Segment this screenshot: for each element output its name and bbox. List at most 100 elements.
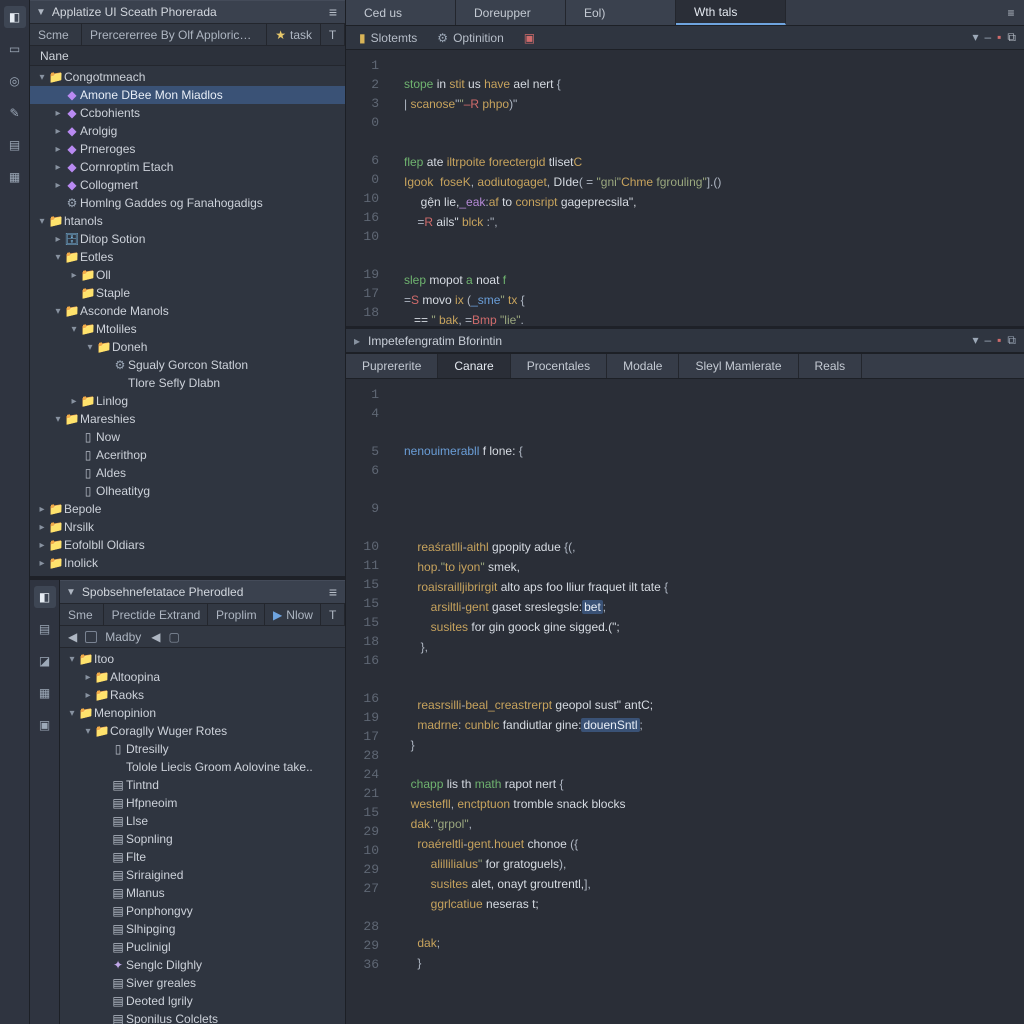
tree-item[interactable]: ▸◆Cornroptim Etach [30,158,345,176]
tree-item[interactable]: ▤Puclinigl [60,938,345,956]
expand-icon[interactable]: ▸ [82,690,94,701]
project-tree[interactable]: ▾📁Congotmneach ◆Amone DBee Mon Miadlos▸◆… [30,66,345,576]
inspector-tab[interactable]: Sleyl Mamlerate [679,354,798,378]
tree-item[interactable]: ▾📁htanols [30,212,345,230]
inspector-tab[interactable]: Canare [438,354,510,378]
editor-tab[interactable]: Doreupper [456,0,566,25]
tree-item[interactable]: ▤Sriraigined [60,866,345,884]
tree-item[interactable]: ▸📁Oll [30,266,345,284]
tree-item[interactable]: ▯Acerithop [30,446,345,464]
tree-item[interactable]: ▸📁Altoopina [60,668,345,686]
back2-icon[interactable]: ◀ [151,630,160,644]
tree-item[interactable]: ▸📁Bepole [30,500,345,518]
activity-screens-icon[interactable]: ▭ [4,38,26,60]
lower-editor[interactable]: 14 56 9 10111515151816 16191728242115291… [346,379,1024,1024]
expand-icon[interactable]: ▾ [66,708,78,719]
expand-icon[interactable]: ▾ [68,324,80,335]
tree-item[interactable]: ✦Senglc Dilghly [60,956,345,974]
tree-item[interactable]: ⚙Homlng Gaddes og Fanahogadigs [30,194,345,212]
expand-icon[interactable]: ▾ [52,306,64,317]
expand-icon[interactable]: ▾ [36,216,48,227]
tree-item[interactable]: ◆Amone DBee Mon Miadlos [30,86,345,104]
tree-item[interactable]: ▸🗄Ditop Sotion [30,230,345,248]
lower-subbar-type[interactable]: T [321,604,345,625]
hamburger-icon[interactable]: ≡ [327,4,339,20]
tree-item[interactable]: ▤Deoted lgrily [60,992,345,1010]
tree-item[interactable]: ▸📁Raoks [60,686,345,704]
close-editor-icon[interactable]: ▪ [997,30,1001,45]
minimize-icon[interactable]: ▾ [972,333,978,348]
inspector-tab[interactable]: Puprererite [346,354,438,378]
activity-explorer-icon[interactable]: ◧ [4,6,26,28]
crumb-marker[interactable]: ▣ [519,28,540,48]
tree-item[interactable]: ▤Sponilus Colclets [60,1010,345,1024]
expand-icon[interactable]: ▸ [36,540,48,551]
tree-item[interactable]: ▤Siver greales [60,974,345,992]
tree-item[interactable]: Tolole Liecis Groom Aolovine take.. [60,758,345,776]
upper-code[interactable]: stope in stit us have ael nert { | scano… [390,50,1024,326]
expand-icon[interactable]: ▾ [36,72,48,83]
collapse-icon[interactable]: ▼ [66,587,76,598]
minimize-icon[interactable]: ▾ [972,30,978,45]
inspector-tab[interactable]: Reals [799,354,863,378]
tree-item[interactable]: ▾📁Mtoliles [30,320,345,338]
lower-subbar-play[interactable]: ▶Nlow [265,604,321,625]
lower-activity-1-icon[interactable]: ◧ [34,586,56,608]
tree-item[interactable]: ▾📁Coraglly Wuger Rotes [60,722,345,740]
inspector-tab[interactable]: Modale [607,354,679,378]
tree-item[interactable]: ▤Flte [60,848,345,866]
expand-icon[interactable]: ▾ [52,252,64,263]
popout-icon[interactable]: ⧉ [1007,333,1016,348]
editor-tab[interactable]: Wth tals [676,0,786,25]
expand-icon[interactable]: ▸ [52,126,64,137]
tree-item[interactable]: ▤Tintnd [60,776,345,794]
lower-code[interactable]: nenouimerabll f lone: { reaśratlli-aithl… [390,379,1024,1024]
tree-item[interactable]: ▤Hfpneoim [60,794,345,812]
subbar-filter[interactable]: Prercererree By Olf Apploric… [82,24,267,45]
tree-item[interactable]: ▤Ponphongvy [60,902,345,920]
tree-item[interactable]: ▸◆Collogmert [30,176,345,194]
expand-icon[interactable]: ▸ [52,144,64,155]
expand-icon[interactable]: ▸ [36,504,48,515]
expand-icon[interactable]: ▸ [82,672,94,683]
dash-icon[interactable]: – [984,333,991,348]
tree-item[interactable]: ▸📁Eofolbll Oldiars [30,536,345,554]
tree-item[interactable]: ▸◆Ccbohients [30,104,345,122]
dash-icon[interactable]: – [984,30,991,45]
tree-item[interactable]: ▯Now [30,428,345,446]
lower-subbar-scope[interactable]: Sme [60,604,104,625]
expand-icon[interactable]: ▸ [68,270,80,281]
crumb-settings[interactable]: ⚙Optinition [432,28,508,48]
tree-item[interactable]: ▾📁Congotmneach [30,68,345,86]
tree-item[interactable]: ▯Aldes [30,464,345,482]
expand-icon[interactable]: ▸ [52,234,64,245]
close-icon[interactable]: ▪ [997,333,1001,348]
tree-item[interactable]: ▤Mlanus [60,884,345,902]
collapse-icon[interactable]: ▼ [36,7,46,18]
subbar-type[interactable]: T [321,24,345,45]
tree-item[interactable]: ▾📁Itoo [60,650,345,668]
chevron-right-icon[interactable]: ▸ [354,334,360,348]
tree-item[interactable]: ▸📁Nrsilk [30,518,345,536]
expand-icon[interactable]: ▾ [84,342,96,353]
tree-item[interactable]: ▾📁Menopinion [60,704,345,722]
tree-item[interactable]: ▾📁Eotles [30,248,345,266]
tree-item[interactable]: ⚙Sgualy Gorcon Statlon [30,356,345,374]
tree-item[interactable]: 📁Staple [30,284,345,302]
lower-activity-5-icon[interactable]: ▣ [34,714,56,736]
tree-item[interactable]: ▤Slhipging [60,920,345,938]
tree-item[interactable]: ▾📁Asconde Manols [30,302,345,320]
expand-icon[interactable]: ▸ [36,522,48,533]
activity-clipboard-icon[interactable]: ▤ [4,134,26,156]
expand-icon[interactable]: ▸ [68,396,80,407]
madby-checkbox[interactable] [85,631,97,643]
tree-item[interactable]: ▸📁Inolick [30,554,345,572]
tree-item[interactable]: ▤Llse [60,812,345,830]
tree-item[interactable]: ▸📁Linlog [30,392,345,410]
inspector-tab[interactable]: Procentales [511,354,607,378]
activity-edit-icon[interactable]: ✎ [4,102,26,124]
activity-db-icon[interactable]: ◎ [4,70,26,92]
lower-activity-2-icon[interactable]: ▤ [34,618,56,640]
expand-icon[interactable]: ▸ [52,108,64,119]
tree-item[interactable]: ▸◆Arolgig [30,122,345,140]
